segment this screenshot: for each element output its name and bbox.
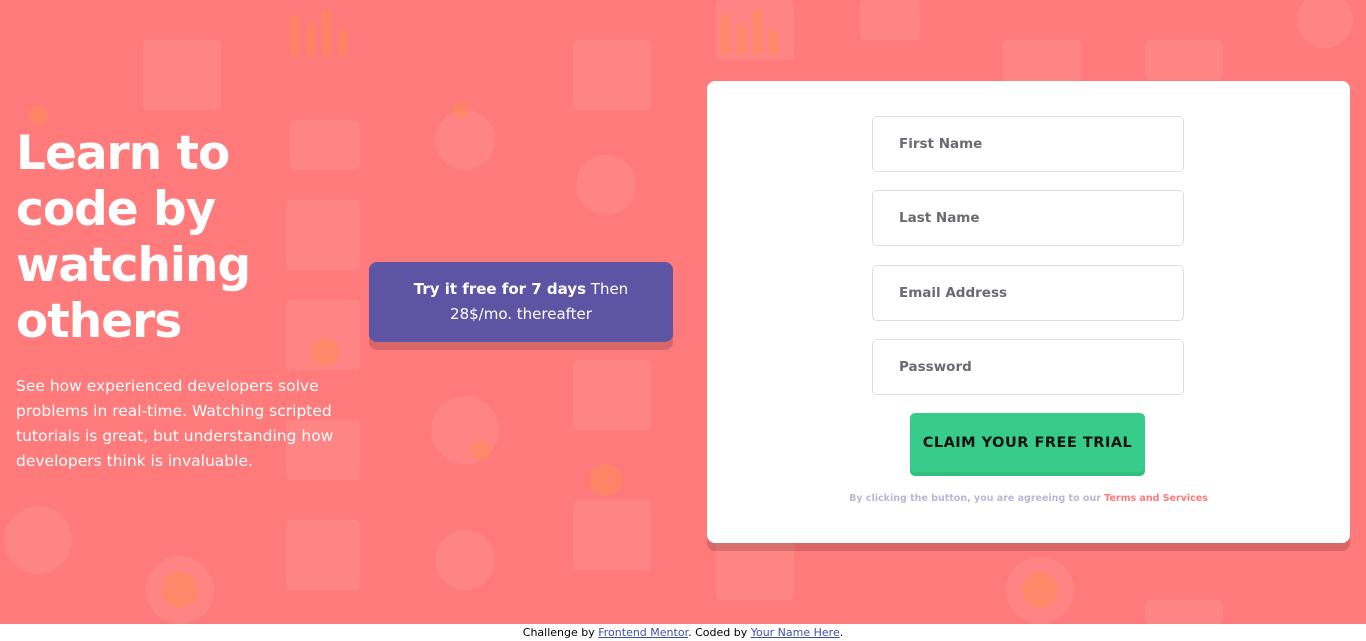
email-input[interactable] bbox=[873, 266, 1183, 320]
hero-section: Learn to code by watching others See how… bbox=[0, 0, 1366, 624]
promo-text: Try it free for 7 days Then 28$/mo. ther… bbox=[399, 277, 643, 327]
last-name-input[interactable] bbox=[873, 191, 1183, 245]
intro-text: See how experienced developers solve pro… bbox=[16, 377, 334, 470]
attribution-prefix: Challenge by bbox=[522, 626, 599, 639]
terms-link[interactable]: Terms and Services bbox=[1104, 493, 1208, 504]
author-link[interactable]: Your Name Here bbox=[751, 626, 840, 639]
claim-free-trial-button[interactable]: CLAIM YOUR FREE TRIAL bbox=[910, 413, 1145, 472]
email-field bbox=[872, 265, 1184, 321]
page-title: Learn to code by watching others bbox=[16, 126, 251, 349]
frontend-mentor-link[interactable]: Frontend Mentor bbox=[598, 626, 688, 639]
first-name-input[interactable] bbox=[873, 117, 1183, 171]
password-field bbox=[872, 339, 1184, 395]
last-name-field bbox=[872, 190, 1184, 246]
signup-form-card: CLAIM YOUR FREE TRIAL By clicking the bu… bbox=[707, 81, 1350, 543]
free-trial-promo: Try it free for 7 days Then 28$/mo. ther… bbox=[369, 262, 673, 342]
terms-prefix: By clicking the button, you are agreeing… bbox=[849, 493, 1105, 504]
attribution: Challenge by Frontend Mentor. Coded by Y… bbox=[0, 625, 1366, 641]
password-input[interactable] bbox=[873, 340, 1183, 394]
attribution-middle: . Coded by bbox=[688, 626, 751, 639]
first-name-field bbox=[872, 116, 1184, 172]
terms-notice: By clicking the button, you are agreeing… bbox=[707, 493, 1350, 504]
attribution-suffix: . bbox=[839, 626, 844, 639]
promo-bold-text: Try it free for 7 days bbox=[413, 280, 587, 298]
